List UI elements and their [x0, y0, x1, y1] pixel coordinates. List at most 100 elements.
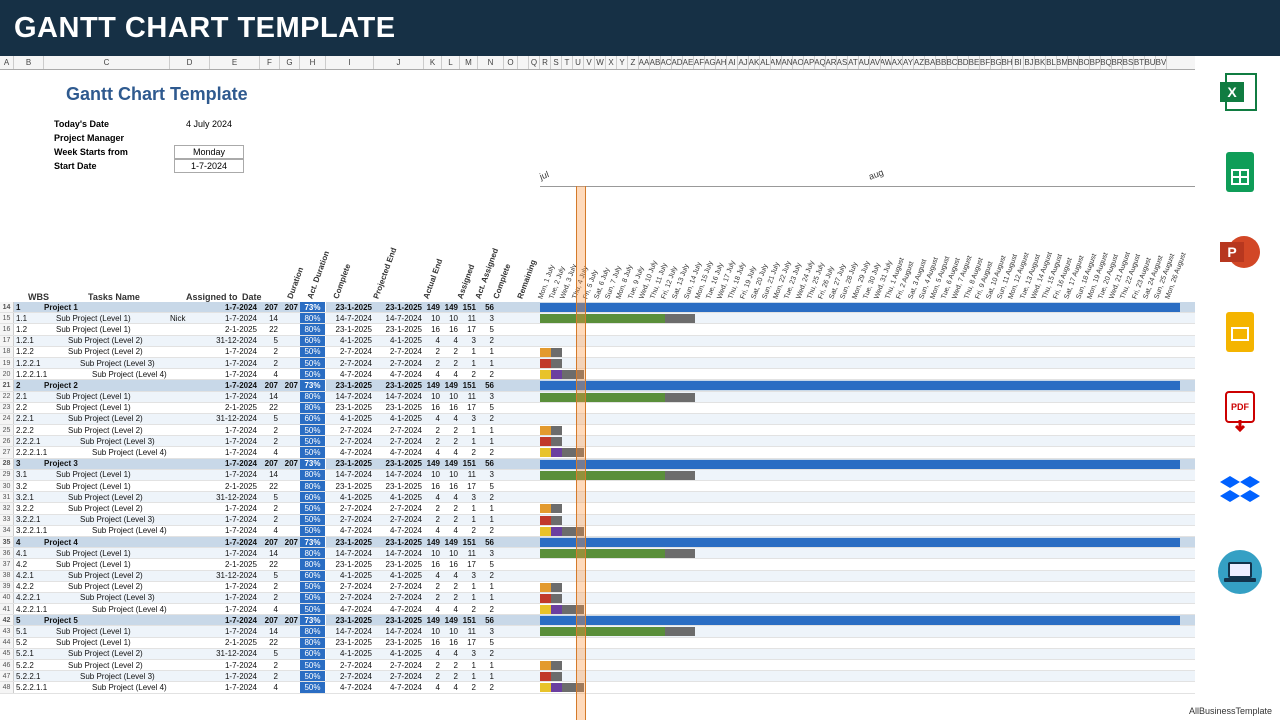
table-row[interactable]: 303.2Sub Project (Level 1)2-1-20252280%2… — [0, 481, 1195, 492]
table-row[interactable]: 181.2.2Sub Project (Level 2)1-7-2024250%… — [0, 347, 1195, 358]
cell[interactable]: 80% — [300, 324, 326, 334]
cell[interactable]: 73% — [300, 615, 326, 625]
cell[interactable]: 23-1-2025 — [374, 302, 424, 312]
cell[interactable]: 2 — [442, 425, 460, 435]
cell[interactable] — [170, 649, 210, 659]
cell[interactable]: 14-7-2024 — [374, 470, 424, 480]
table-row[interactable]: 374.2Sub Project (Level 1)2-1-20252280%2… — [0, 559, 1195, 570]
slides-icon[interactable] — [1214, 306, 1266, 358]
cell[interactable]: 50% — [300, 347, 326, 357]
cell[interactable]: 4-1-2025 — [326, 649, 374, 659]
cell[interactable]: 1-7-2024 — [210, 392, 260, 402]
cell[interactable]: 2-7-2024 — [374, 358, 424, 368]
cell[interactable]: 14 — [260, 626, 280, 636]
table-row[interactable]: 313.2.1Sub Project (Level 2)31-12-202456… — [0, 492, 1195, 503]
cell[interactable]: 2-7-2024 — [326, 436, 374, 446]
cell[interactable]: 2-1-2025 — [210, 638, 260, 648]
cell[interactable]: 1 — [478, 503, 496, 513]
table-row[interactable]: 384.2.1Sub Project (Level 2)31-12-202456… — [0, 571, 1195, 582]
cell[interactable] — [170, 638, 210, 648]
table-row[interactable]: 272.2.2.1.1Sub Project (Level 4)1-7-2024… — [0, 447, 1195, 458]
cell[interactable]: 16 — [442, 638, 460, 648]
cell[interactable]: 149 — [442, 615, 460, 625]
cell[interactable]: 2 — [424, 503, 442, 513]
sheets-icon[interactable] — [1214, 146, 1266, 198]
cell[interactable]: 23-1-2025 — [326, 559, 374, 569]
cell[interactable]: 1-7-2024 — [210, 302, 260, 312]
cell[interactable]: 10 — [424, 313, 442, 323]
cell[interactable]: 23-1-2025 — [326, 537, 374, 547]
cell[interactable]: 10 — [442, 626, 460, 636]
cell[interactable]: 207 — [260, 615, 280, 625]
cell[interactable]: 3 — [478, 313, 496, 323]
cell[interactable]: 50% — [300, 593, 326, 603]
cell[interactable]: 149 — [424, 380, 442, 390]
cell[interactable]: 1-7-2024 — [210, 470, 260, 480]
cell[interactable]: 2-7-2024 — [326, 503, 374, 513]
cell[interactable]: Sub Project (Level 4) — [44, 604, 170, 614]
cell[interactable]: Sub Project (Level 1) — [44, 638, 170, 648]
cell[interactable]: 14-7-2024 — [374, 626, 424, 636]
cell[interactable]: 80% — [300, 392, 326, 402]
table-row[interactable]: 151.1Sub Project (Level 1)Nick1-7-202414… — [0, 313, 1195, 324]
cell[interactable]: 5 — [478, 638, 496, 648]
cell[interactable]: 2-7-2024 — [326, 582, 374, 592]
table-row[interactable]: 465.2.2Sub Project (Level 2)1-7-2024250%… — [0, 660, 1195, 671]
cell[interactable]: 11 — [460, 313, 478, 323]
pdf-icon[interactable]: PDF — [1214, 386, 1266, 438]
cell[interactable]: 3 — [460, 336, 478, 346]
cell[interactable]: 2 — [260, 671, 280, 681]
cell[interactable]: 10 — [424, 470, 442, 480]
cell[interactable]: 31-12-2024 — [210, 492, 260, 502]
cell[interactable]: 4 — [442, 526, 460, 536]
cell[interactable]: 2-7-2024 — [374, 593, 424, 603]
cell[interactable] — [170, 481, 210, 491]
cell[interactable]: 23-1-2025 — [326, 403, 374, 413]
cell[interactable] — [170, 392, 210, 402]
cell[interactable] — [280, 436, 300, 446]
cell[interactable]: 22 — [260, 481, 280, 491]
cell[interactable]: 2 — [478, 369, 496, 379]
table-row[interactable]: 333.2.2.1Sub Project (Level 3)1-7-202425… — [0, 515, 1195, 526]
table-row[interactable]: 323.2.2Sub Project (Level 2)1-7-2024250%… — [0, 503, 1195, 514]
cell[interactable]: 1 — [460, 515, 478, 525]
cell[interactable]: 10 — [442, 313, 460, 323]
cell[interactable]: 2 — [260, 436, 280, 446]
cell[interactable]: 4 — [442, 649, 460, 659]
cell[interactable]: 4-7-2024 — [374, 447, 424, 457]
cell[interactable]: 23-1-2025 — [326, 459, 374, 469]
cell[interactable]: Sub Project (Level 1) — [44, 403, 170, 413]
cell[interactable]: 2 — [260, 660, 280, 670]
cell[interactable]: 2 — [478, 682, 496, 692]
cell[interactable]: 80% — [300, 626, 326, 636]
cell[interactable]: 50% — [300, 604, 326, 614]
table-row[interactable]: 141Project 11-7-202420720773%23-1-202523… — [0, 302, 1195, 313]
week-value[interactable]: Monday — [174, 145, 244, 159]
cell[interactable]: 4 — [424, 649, 442, 659]
cell[interactable] — [280, 403, 300, 413]
cell[interactable]: 2 — [260, 425, 280, 435]
cell[interactable]: 1 — [478, 582, 496, 592]
cell[interactable]: 2 — [442, 671, 460, 681]
cell[interactable]: 4-7-2024 — [374, 604, 424, 614]
cell[interactable]: 2 — [424, 436, 442, 446]
cell[interactable] — [280, 492, 300, 502]
cell[interactable]: 1 — [478, 671, 496, 681]
cell[interactable]: 14 — [260, 392, 280, 402]
cell[interactable]: 4-1-2025 — [374, 571, 424, 581]
cell[interactable]: 17 — [460, 559, 478, 569]
cell[interactable]: 50% — [300, 671, 326, 681]
cell[interactable]: 16 — [424, 324, 442, 334]
cell[interactable]: 1 — [460, 671, 478, 681]
cell[interactable]: 14-7-2024 — [326, 548, 374, 558]
cell[interactable]: 23-1-2025 — [326, 380, 374, 390]
cell[interactable]: 5 — [478, 481, 496, 491]
cell[interactable]: 31-12-2024 — [210, 414, 260, 424]
cell[interactable] — [280, 447, 300, 457]
cell[interactable]: 16 — [442, 481, 460, 491]
cell[interactable]: 2 — [424, 660, 442, 670]
cell[interactable]: 4 — [442, 604, 460, 614]
cell[interactable]: 4 — [442, 414, 460, 424]
cell[interactable]: 4-7-2024 — [326, 369, 374, 379]
cell[interactable]: 5 — [260, 414, 280, 424]
